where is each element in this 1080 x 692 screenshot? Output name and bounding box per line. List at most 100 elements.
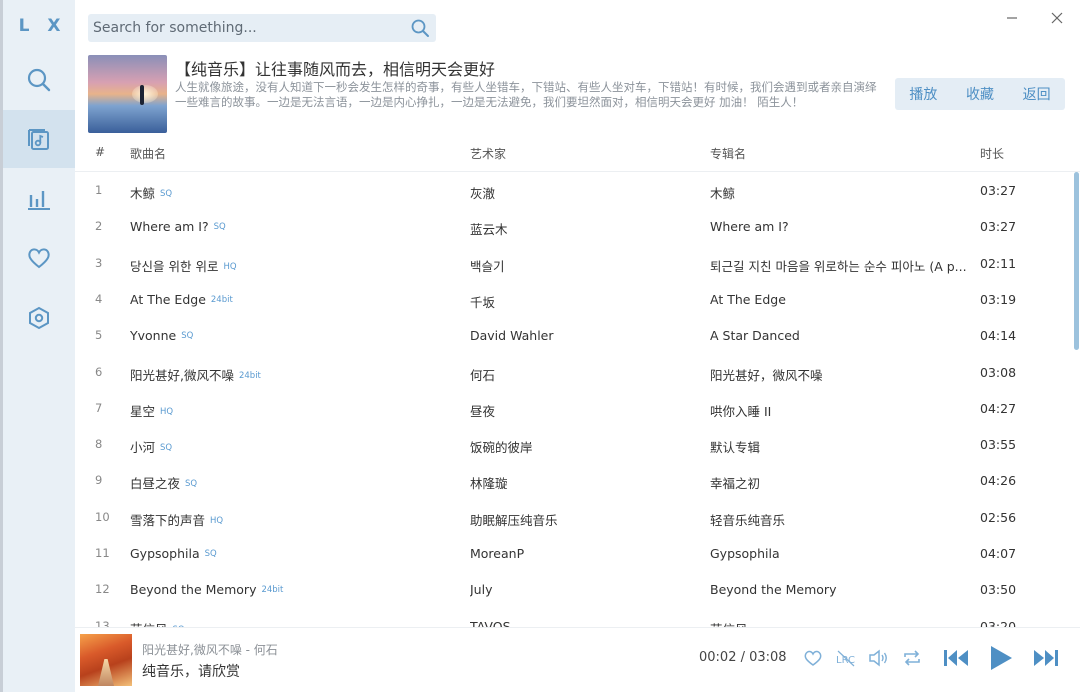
lyric-toggle-button[interactable]: LRC (833, 646, 859, 670)
settings-hexagon-icon (29, 306, 49, 330)
quality-badge: 24bit (210, 294, 233, 305)
album-name[interactable]: Gypsophila (710, 546, 970, 561)
album-name[interactable]: Where am I? (710, 219, 970, 234)
minimize-button[interactable] (1002, 8, 1022, 28)
row-number: 3 (95, 255, 103, 270)
table-row[interactable]: 6 阳光甚好,微风不噪 24bit 何石 阳光甚好，微风不噪 03:08 (75, 354, 1075, 390)
heart-comment-icon (804, 650, 822, 666)
back-button[interactable]: 返回 (1008, 78, 1065, 110)
now-playing-cover[interactable] (80, 634, 132, 686)
artist-name[interactable]: 灰澈 (470, 183, 690, 202)
table-row[interactable]: 4 At The Edge 24bit 千坂 At The Edge 03:19 (75, 281, 1075, 317)
repeat-icon (904, 650, 920, 666)
header-album: 专辑名 (710, 147, 747, 161)
lyric-icon: LRC (836, 650, 855, 667)
album-name[interactable]: Beyond the Memory (710, 582, 970, 597)
scrollbar-thumb[interactable] (1074, 172, 1079, 350)
quality-badge: 24bit (261, 585, 284, 596)
artist-name[interactable]: July (470, 582, 690, 597)
table-row[interactable]: 12 Beyond the Memory 24bit July Beyond the M… (75, 571, 1075, 607)
now-playing-title: 阳光甚好,微风不噪 - 何石 (142, 643, 278, 657)
song-name-cell: Yvonne SQ (130, 328, 450, 343)
artist-name[interactable]: 何石 (470, 365, 690, 384)
nav-settings[interactable] (3, 289, 75, 347)
play-pause-button[interactable] (986, 642, 1016, 674)
table-row[interactable]: 2 Where am I? SQ 蓝云木 Where am I? 03:27 (75, 208, 1075, 244)
playlist-title: 【纯音乐】让往事随风而去，相信明天会更好 (175, 60, 496, 79)
album-name[interactable]: At The Edge (710, 292, 970, 307)
table-row[interactable]: 13 花信风SQ TAVOS 花信风 03:20 (75, 608, 1075, 627)
artist-name[interactable]: MoreanP (470, 546, 690, 561)
cover-path (98, 659, 114, 686)
song-list: 1 木鲸 SQ 灰澈 木鲸 03:27 2 Where am I? SQ 蓝云木 Where am … (75, 172, 1075, 627)
artist-name[interactable]: TAVOS (470, 619, 690, 627)
previous-button[interactable] (941, 646, 971, 670)
row-number: 13 (95, 618, 110, 627)
song-name: 木鲸 (130, 186, 156, 201)
album-name[interactable]: 默认专辑 (710, 437, 970, 456)
table-row[interactable]: 10 雪落下的声音 HQ 助眠解压纯音乐 轻音乐纯音乐 02:56 (75, 499, 1075, 535)
table-row[interactable]: 5 Yvonne SQ David Wahler A Star Danced 04:14 (75, 317, 1075, 353)
next-button[interactable] (1031, 646, 1061, 670)
quality-badge: HQ (210, 515, 224, 526)
comment-button[interactable] (802, 646, 824, 670)
song-duration: 03:50 (980, 582, 1017, 598)
album-name[interactable]: 花信风 (710, 619, 970, 627)
play-icon (991, 646, 1012, 670)
song-name: 白昼之夜 (130, 476, 181, 492)
album-name[interactable]: A Star Danced (710, 328, 970, 343)
album-name[interactable]: 轻音乐纯音乐 (710, 510, 970, 529)
table-row[interactable]: 11 Gypsophila SQ MoreanP Gypsophila 04:07 (75, 535, 1075, 571)
row-number: 6 (95, 364, 103, 379)
artist-name[interactable]: 千坂 (470, 292, 690, 311)
nav-songlist[interactable] (3, 110, 75, 168)
song-duration: 03:20 (980, 618, 1017, 627)
search-icon (27, 68, 51, 92)
nav-leaderboard[interactable] (3, 170, 75, 228)
skip-previous-icon (944, 650, 968, 666)
song-name: Yvonne (130, 328, 177, 344)
row-number: 12 (95, 582, 110, 597)
album-name[interactable]: 木鲸 (710, 183, 970, 202)
quality-badge: HQ (160, 406, 174, 417)
song-name: Where am I? (130, 219, 209, 235)
artist-name[interactable]: 饭碗的彼岸 (470, 437, 690, 456)
artist-name[interactable]: 助眠解压纯音乐 (470, 510, 690, 529)
song-name-cell: 阳光甚好,微风不噪 24bit (130, 365, 450, 384)
play-time: 00:02 / 03:08 (699, 650, 787, 665)
song-name: 小河 (130, 440, 156, 456)
playlist-cover (88, 55, 167, 133)
artist-name[interactable]: 백슬기 (470, 256, 690, 275)
table-row[interactable]: 9 白昼之夜 SQ 林隆璇 幸福之初 04:26 (75, 462, 1075, 498)
song-duration: 03:27 (980, 219, 1017, 235)
album-name[interactable]: 阳光甚好，微风不噪 (710, 365, 970, 384)
close-button[interactable] (1047, 8, 1067, 28)
table-row[interactable]: 8 小河 SQ 饭碗的彼岸 默认专辑 03:55 (75, 426, 1075, 462)
table-row[interactable]: 7 星空 HQ 昼夜 哄你入睡 II 04:27 (75, 390, 1075, 426)
app-logo: L X (18, 16, 67, 36)
artist-name[interactable]: 昼夜 (470, 401, 690, 420)
skip-next-icon (1034, 650, 1058, 666)
play-button[interactable]: 播放 (895, 78, 952, 110)
row-number: 1 (95, 183, 103, 197)
album-name[interactable]: 哄你入睡 II (710, 401, 970, 420)
album-name[interactable]: 퇴근길 지친 마음을 위로하는 순수 피아노 (A p... (710, 256, 970, 275)
search-icon[interactable] (410, 18, 430, 38)
album-name[interactable]: 幸福之初 (710, 473, 970, 492)
artist-name[interactable]: 蓝云木 (470, 219, 690, 238)
song-name: 당신을 위한 위로 (130, 258, 219, 274)
quality-badge: HQ (223, 261, 237, 272)
table-row[interactable]: 3 당신을 위한 위로 HQ 백슬기 퇴근길 지친 마음을 위로하는 순수 피아노 (A… (75, 245, 1075, 281)
search-input[interactable] (93, 14, 403, 42)
cover-figure (140, 85, 144, 105)
repeat-mode-button[interactable] (900, 646, 924, 670)
volume-button[interactable] (866, 646, 890, 670)
music-list-icon (28, 129, 49, 150)
collect-button[interactable]: 收藏 (952, 78, 1009, 110)
table-row[interactable]: 1 木鲸 SQ 灰澈 木鲸 03:27 (75, 172, 1075, 208)
nav-favorites[interactable] (3, 229, 75, 287)
nav-search[interactable] (3, 51, 75, 109)
row-number: 9 (95, 473, 103, 488)
artist-name[interactable]: 林隆璇 (470, 473, 690, 492)
artist-name[interactable]: David Wahler (470, 328, 690, 343)
